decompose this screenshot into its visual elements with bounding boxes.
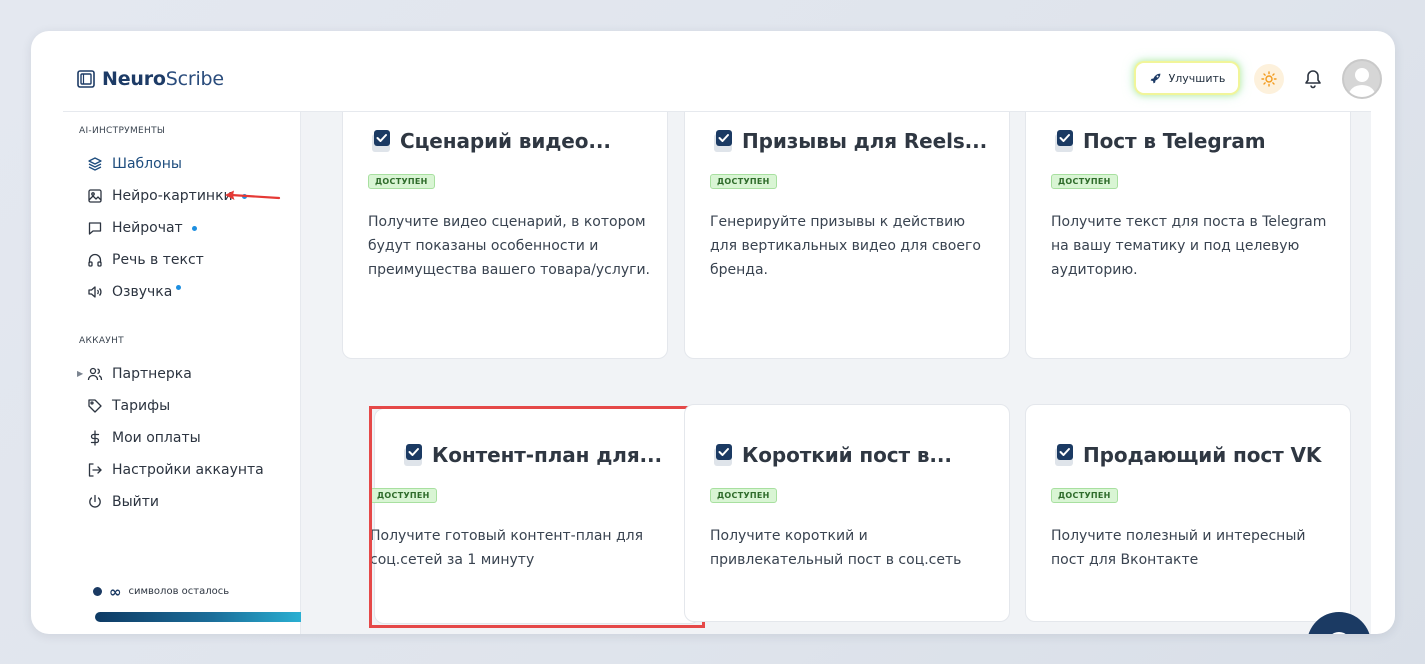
- tag-icon: [88, 399, 102, 413]
- quota-indicator: ∞ символов осталось: [93, 582, 230, 601]
- card-title: Контент-план для...: [432, 443, 663, 467]
- availability-badge: ДОСТУПЕН: [710, 174, 777, 189]
- card-header: Призывы для Reels...: [712, 129, 987, 153]
- user-avatar[interactable]: [1342, 59, 1382, 99]
- logo-icon: [77, 70, 95, 88]
- quota-text: символов осталось: [128, 586, 230, 597]
- speaker-icon: [88, 286, 102, 298]
- dollar-icon: [90, 430, 100, 446]
- quota-infinity: ∞: [109, 582, 122, 601]
- logout-arrow-icon: [88, 463, 102, 477]
- new-indicator-dot: [176, 284, 182, 290]
- avatar-placeholder-icon: [1349, 68, 1375, 97]
- sidebar-item-voiceover[interactable]: Озвучка: [87, 282, 182, 302]
- brand-logo[interactable]: NeuroScribe: [77, 68, 224, 90]
- sidebar-item-tariffs[interactable]: Тарифы: [87, 396, 170, 416]
- sidebar-item-payments[interactable]: Мои оплаты: [87, 428, 201, 448]
- sidebar-item-label: Нейро-картинки: [112, 188, 233, 204]
- card-title: Пост в Telegram: [1083, 129, 1266, 153]
- sidebar-item-speech-to-text[interactable]: Речь в текст: [87, 250, 204, 270]
- sidebar-item-label: Настройки аккаунта: [112, 462, 264, 478]
- section-title-account: АККАУНТ: [79, 336, 124, 346]
- sun-icon: [1261, 71, 1277, 87]
- quota-progress-bar: [95, 612, 309, 622]
- card-description: Получите короткий и привлекательный пост…: [710, 528, 962, 568]
- image-icon: [88, 189, 102, 203]
- sidebar-item-label: Мои оплаты: [112, 430, 201, 446]
- new-indicator-dot: [191, 225, 197, 231]
- card-description: Получите полезный и интересный пост для …: [1051, 528, 1306, 568]
- annotation-arrow: [225, 190, 281, 200]
- card-header: Контент-план для...: [402, 443, 662, 467]
- availability-badge: ДОСТУПЕН: [710, 488, 777, 503]
- sidebar-item-neurochat[interactable]: Нейрочат: [87, 218, 197, 238]
- app-window: NeuroScribe Улучшить AI-ИНСТРУМЕНТЫ Шабл…: [31, 31, 1395, 634]
- templates-grid: Сценарий видео... ДОСТУПЕН Получите виде…: [301, 112, 1371, 634]
- brand-name: NeuroScribe: [102, 68, 224, 90]
- rocket-icon: [1150, 73, 1160, 83]
- power-icon: [89, 494, 101, 508]
- brand-name-bold: Neuro: [102, 68, 166, 90]
- template-card-vk-selling-post[interactable]: Продающий пост VK ДОСТУПЕН Получите поле…: [1025, 404, 1351, 622]
- chat-bubble-icon: [1327, 632, 1351, 634]
- card-description: Получите готовый контент-план для соц.се…: [370, 528, 644, 568]
- upgrade-button[interactable]: Улучшить: [1136, 63, 1238, 93]
- sidebar-item-label: Нейрочат: [112, 220, 183, 236]
- card-description: Генерируйте призывы к действию для верти…: [710, 214, 981, 278]
- section-title-ai: AI-ИНСТРУМЕНТЫ: [79, 126, 166, 136]
- checkbox-doc-icon: [1055, 444, 1073, 466]
- sidebar-item-label: Шаблоны: [112, 156, 182, 172]
- chat-icon: [88, 222, 102, 235]
- notifications-button[interactable]: [1302, 68, 1324, 90]
- upgrade-label: Улучшить: [1168, 71, 1226, 85]
- template-card-short-post[interactable]: Короткий пост в... ДОСТУПЕН Получите кор…: [684, 404, 1010, 622]
- card-title: Сценарий видео...: [400, 129, 611, 153]
- card-header: Продающий пост VK: [1053, 443, 1321, 467]
- card-header: Пост в Telegram: [1053, 129, 1266, 153]
- card-header: Сценарий видео...: [370, 129, 611, 153]
- bell-icon: [1305, 70, 1321, 89]
- card-header: Короткий пост в...: [712, 443, 952, 467]
- card-title: Короткий пост в...: [742, 443, 952, 467]
- availability-badge: ДОСТУПЕН: [1051, 174, 1118, 189]
- template-card-video-script[interactable]: Сценарий видео... ДОСТУПЕН Получите виде…: [342, 112, 668, 359]
- theme-toggle[interactable]: [1254, 64, 1284, 94]
- availability-badge: ДОСТУПЕН: [370, 488, 437, 503]
- card-description: Получите видео сценарий, в котором будут…: [368, 214, 651, 278]
- template-card-content-plan[interactable]: Контент-план для... ДОСТУПЕН Получите го…: [370, 408, 700, 624]
- card-description: Получите текст для поста в Telegram на в…: [1051, 214, 1327, 278]
- availability-badge: ДОСТУПЕН: [368, 174, 435, 189]
- template-card-telegram-post[interactable]: Пост в Telegram ДОСТУПЕН Получите текст …: [1025, 112, 1351, 359]
- layers-icon: [88, 157, 102, 171]
- availability-badge: ДОСТУПЕН: [1051, 488, 1118, 503]
- checkbox-doc-icon: [404, 444, 422, 466]
- sidebar-item-partners[interactable]: ▶ Партнерка: [77, 364, 192, 384]
- sidebar-item-account-settings[interactable]: Настройки аккаунта: [87, 460, 264, 480]
- sidebar: AI-ИНСТРУМЕНТЫ Шаблоны Нейро-картинки Не…: [63, 112, 309, 634]
- sidebar-item-templates[interactable]: Шаблоны: [87, 154, 182, 174]
- expand-caret-icon[interactable]: ▶: [77, 369, 83, 378]
- quota-bullet: [93, 587, 102, 596]
- sidebar-item-label: Тарифы: [112, 398, 171, 414]
- brand-name-rest: Scribe: [165, 68, 224, 90]
- card-title: Призывы для Reels...: [742, 129, 988, 153]
- sidebar-item-label: Озвучка: [112, 284, 173, 300]
- sidebar-item-logout[interactable]: Выйти: [87, 492, 159, 512]
- template-card-reels-cta[interactable]: Призывы для Reels... ДОСТУПЕН Генерируйт…: [684, 112, 1010, 359]
- checkbox-doc-icon: [714, 444, 732, 466]
- top-header: NeuroScribe Улучшить: [63, 31, 1382, 112]
- checkbox-doc-icon: [1055, 130, 1073, 152]
- sidebar-item-label: Партнерка: [112, 366, 192, 382]
- headphones-icon: [88, 253, 102, 267]
- sidebar-item-label: Речь в текст: [112, 252, 204, 268]
- card-title: Продающий пост VK: [1083, 443, 1322, 467]
- users-icon: [87, 367, 103, 381]
- sidebar-item-label: Выйти: [112, 494, 160, 510]
- checkbox-doc-icon: [372, 130, 390, 152]
- checkbox-doc-icon: [714, 130, 732, 152]
